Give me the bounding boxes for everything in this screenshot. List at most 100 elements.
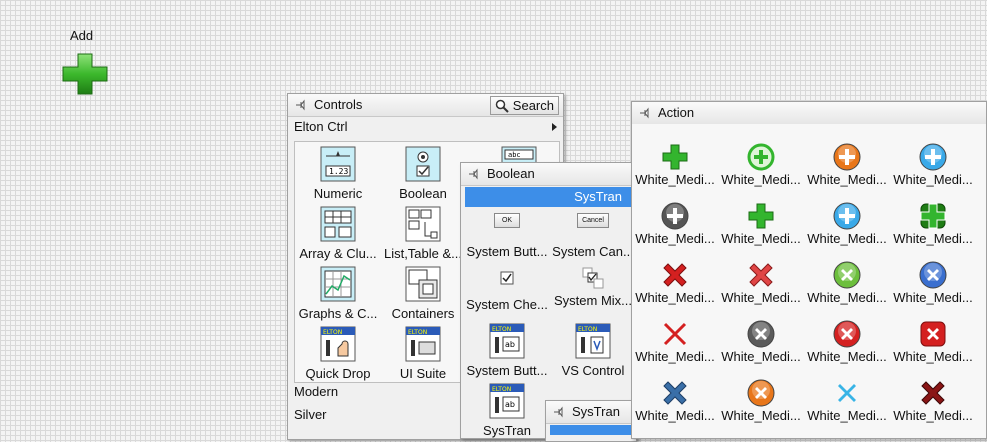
quick-drop-item[interactable]: ELTON Quick Drop xyxy=(297,326,379,381)
gray-plus-circle-icon xyxy=(661,202,689,230)
elton-ctrl-submenu[interactable]: Elton Ctrl xyxy=(288,117,563,137)
silver-label: Silver xyxy=(294,407,327,422)
array-cluster-item[interactable]: Array & Clu... xyxy=(297,206,379,261)
systran-selected-label: SysTran xyxy=(574,189,622,204)
action-item-label: White_Medi... xyxy=(721,290,801,305)
boolean-icon xyxy=(405,146,441,182)
blue-x-circle-icon xyxy=(919,261,947,289)
svg-text:abc: abc xyxy=(508,151,521,159)
system-button-label: System Butt... xyxy=(466,244,548,259)
action-item-label: White_Medi... xyxy=(721,172,801,187)
add-plus-icon[interactable] xyxy=(61,52,109,96)
add-label: Add xyxy=(70,28,94,43)
search-button[interactable]: Search xyxy=(489,96,559,115)
pin-icon[interactable] xyxy=(552,405,566,419)
action-item-cyan-x[interactable]: White_Medi... xyxy=(804,378,890,423)
action-item-label: White_Medi... xyxy=(635,408,715,423)
pin-icon[interactable] xyxy=(467,167,481,181)
action-item-red-x-square[interactable]: White_Medi... xyxy=(890,319,976,364)
action-item-red-x[interactable]: White_Medi... xyxy=(632,260,718,305)
elton-ctrl-label: Elton Ctrl xyxy=(294,119,348,134)
system-button-2-item[interactable]: ELTON ab System Butt... xyxy=(465,323,549,378)
action-item-label: White_Medi... xyxy=(893,408,973,423)
green-x-circle-icon xyxy=(833,261,861,289)
action-item-label: White_Medi... xyxy=(807,349,887,364)
action-item-green-plus[interactable]: White_Medi... xyxy=(718,201,804,246)
red-x-thin-icon xyxy=(663,322,687,346)
action-item-green-plus[interactable]: White_Medi... xyxy=(632,142,718,187)
svg-text:ab: ab xyxy=(505,400,515,409)
system-checkbox-item[interactable]: System Che... xyxy=(465,271,549,312)
action-item-gray-plus-circle[interactable]: White_Medi... xyxy=(632,201,718,246)
containers-icon xyxy=(405,266,441,302)
action-item-blue-plus-circle[interactable]: White_Medi... xyxy=(890,142,976,187)
vs-control-icon: ELTON xyxy=(575,323,611,359)
action-item-gray-x-circle[interactable]: White_Medi... xyxy=(718,319,804,364)
action-item-label: White_Medi... xyxy=(721,408,801,423)
action-item-blue-x-circle[interactable]: White_Medi... xyxy=(890,260,976,305)
systran-label: SysTran xyxy=(483,423,531,438)
numeric-item[interactable]: 1.23 Numeric xyxy=(297,146,379,201)
action-item-red-x-thin[interactable]: White_Medi... xyxy=(632,319,718,364)
system-mixed-item[interactable]: System Mix... xyxy=(551,267,635,308)
array-cluster-icon xyxy=(320,206,356,242)
list-table-item[interactable]: List,Table &... xyxy=(381,206,465,261)
boolean-title-bar: Boolean xyxy=(461,163,636,186)
action-item-red-x-bold[interactable]: White_Medi... xyxy=(718,260,804,305)
submenu-arrow-icon xyxy=(552,123,557,131)
action-item-label: White_Medi... xyxy=(635,290,715,305)
array-cluster-label: Array & Clu... xyxy=(299,246,377,261)
quick-drop-label: Quick Drop xyxy=(305,366,371,381)
green-plus-icon xyxy=(662,144,688,170)
svg-text:ELTON: ELTON xyxy=(323,329,342,336)
ui-suite-item[interactable]: ELTON UI Suite xyxy=(381,326,465,381)
action-item-label: White_Medi... xyxy=(893,349,973,364)
boolean-label: Boolean xyxy=(399,186,447,201)
svg-text:1.23: 1.23 xyxy=(329,167,348,176)
systran-title: SysTran xyxy=(572,404,620,419)
pin-icon[interactable] xyxy=(638,106,652,120)
boolean-item[interactable]: Boolean xyxy=(381,146,465,201)
action-item-orange-plus-circle[interactable]: White_Medi... xyxy=(804,142,890,187)
ok-button-icon: OK xyxy=(494,213,520,228)
ui-suite-label: UI Suite xyxy=(399,366,447,381)
svg-text:ab: ab xyxy=(505,340,515,349)
system-button-item[interactable]: OK System Butt... xyxy=(465,213,549,259)
modern-label: Modern xyxy=(294,384,339,399)
svg-text:ELTON: ELTON xyxy=(492,386,511,393)
systran-palette: SysTran xyxy=(545,400,637,442)
action-item-label: White_Medi... xyxy=(635,349,715,364)
numeric-icon: 1.23 xyxy=(320,146,356,182)
action-item-orange-x-circle[interactable]: White_Medi... xyxy=(718,378,804,423)
cancel-button-icon: Cancel xyxy=(577,213,609,228)
action-item-red-x-circle[interactable]: White_Medi... xyxy=(804,319,890,364)
containers-item[interactable]: Containers xyxy=(381,266,465,321)
pin-icon[interactable] xyxy=(294,98,308,112)
graphs-charts-label: Graphs & C... xyxy=(298,306,378,321)
containers-label: Containers xyxy=(391,306,455,321)
red-x-bold-icon xyxy=(749,263,773,287)
action-icon-grid: White_Medi... White_Medi... White_Medi... W… xyxy=(632,124,986,438)
action-item-label: White_Medi... xyxy=(807,172,887,187)
checkbox-icon xyxy=(500,271,514,285)
search-icon xyxy=(495,99,509,113)
blue-x-icon xyxy=(663,381,687,405)
systran-submenu[interactable]: SysTran xyxy=(465,187,632,207)
action-item-green-x-circle[interactable]: White_Medi... xyxy=(804,260,890,305)
action-item-blue-x[interactable]: White_Medi... xyxy=(632,378,718,423)
action-item-label: White_Medi... xyxy=(635,172,715,187)
vs-control-item[interactable]: ELTON VS Control xyxy=(551,323,635,378)
action-item-green-plus-circle[interactable]: White_Medi... xyxy=(718,142,804,187)
controls-title-bar: Controls Search xyxy=(288,94,563,117)
action-item-green-plus-square[interactable]: White_Medi... xyxy=(890,201,976,246)
action-item-label: White_Medi... xyxy=(807,408,887,423)
systran-selection-bar xyxy=(550,425,632,435)
mixed-checkbox-icon xyxy=(582,267,604,289)
green-plus-icon xyxy=(748,203,774,229)
action-item-darkred-x[interactable]: White_Medi... xyxy=(890,378,976,423)
systran-item[interactable]: ELTON ab SysTran xyxy=(465,383,549,438)
graphs-charts-item[interactable]: Graphs & C... xyxy=(297,266,379,321)
systran-title-bar: SysTran xyxy=(546,401,636,424)
system-cancel-item[interactable]: Cancel System Can... xyxy=(551,213,635,259)
action-item-blue-plus-circle[interactable]: White_Medi... xyxy=(804,201,890,246)
